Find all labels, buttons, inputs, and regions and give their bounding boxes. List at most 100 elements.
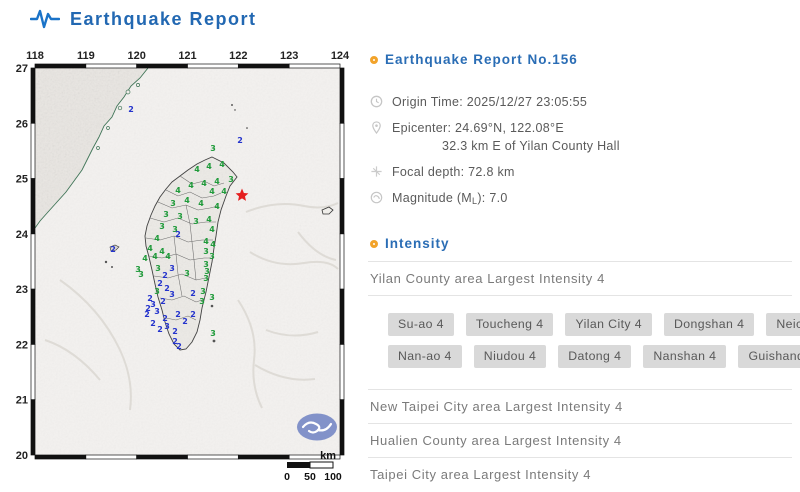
- lat-tick-label: 24: [16, 229, 29, 241]
- scale-tick-label: 100: [324, 471, 342, 483]
- report-detail-text: Epicenter: 24.69°N, 122.08°E32.3 km E of…: [392, 119, 620, 155]
- station-intensity-chip[interactable]: Yilan City 4: [565, 313, 652, 336]
- station-intensity-value: 3: [184, 269, 190, 278]
- station-intensity-value: 2: [176, 342, 182, 351]
- scale-tick-label: 50: [304, 471, 316, 483]
- station-intensity-value: 4: [175, 186, 181, 195]
- report-panel: Earthquake Report No.156 Origin Time: 20…: [368, 0, 792, 492]
- station-intensity-value: 2: [162, 271, 168, 280]
- cwb-logo: [297, 414, 337, 441]
- intensity-area-row: Taipei City area Largest Intensity 4: [368, 457, 792, 491]
- station-intensity-value: 4: [209, 187, 215, 196]
- lat-tick-label: 27: [16, 63, 28, 75]
- station-intensity-value: 4: [214, 202, 220, 211]
- intensity-area-row: Hualien County area Largest Intensity 4: [368, 423, 792, 457]
- station-intensity-chip[interactable]: Neicheng 4: [766, 313, 800, 336]
- station-intensity-value: 4: [184, 196, 190, 205]
- lon-tick-label: 124: [331, 50, 350, 62]
- station-intensity-value: 3: [169, 264, 175, 273]
- station-intensity-value: 2: [172, 327, 178, 336]
- station-intensity-value: 4: [188, 181, 194, 190]
- page-header: Earthquake Report: [30, 6, 257, 32]
- station-intensity-value: 4: [152, 252, 158, 261]
- lon-tick-label: 122: [229, 50, 247, 62]
- station-intensity-value: 2: [237, 136, 243, 145]
- lon-tick-label: 123: [280, 50, 298, 62]
- intensity-map: 2223444344444443443343334424444344343333…: [0, 45, 360, 492]
- station-intensity-value: 3: [200, 287, 206, 296]
- station-intensity-value: 4: [219, 160, 225, 169]
- station-intensity-value: 3: [155, 264, 161, 273]
- report-detail-row: Magnitude (ML): 7.0: [370, 189, 620, 210]
- station-intensity-value: 3: [169, 290, 175, 299]
- lat-tick-label: 26: [16, 118, 28, 130]
- station-intensity-chip[interactable]: Nan-ao 4: [388, 345, 462, 368]
- lon-tick-label: 120: [127, 50, 145, 62]
- station-intensity-value: 4: [165, 252, 171, 261]
- station-intensity-value: 3: [138, 270, 144, 279]
- station-intensity-value: 3: [164, 322, 170, 331]
- lon-tick-label: 118: [26, 50, 44, 62]
- report-detail-text: Focal depth: 72.8 km: [392, 163, 515, 181]
- station-intensity-value: 3: [159, 222, 165, 231]
- lat-tick-label: 22: [16, 339, 28, 351]
- station-intensity-value: 3: [203, 247, 209, 256]
- station-intensity-value: 2: [128, 105, 134, 114]
- report-detail-text: Magnitude (ML): 7.0: [392, 189, 508, 210]
- station-intensity-value: 3: [199, 297, 205, 306]
- station-intensity-value: 4: [209, 225, 215, 234]
- bullet-ring-icon: [370, 240, 378, 248]
- station-intensity-chip[interactable]: Dongshan 4: [664, 313, 754, 336]
- station-intensity-chip[interactable]: Niudou 4: [474, 345, 546, 368]
- station-intensity-value: 3: [210, 329, 216, 338]
- report-detail-row: Origin Time: 2025/12/27 23:05:55: [370, 93, 620, 111]
- station-intensity-chip[interactable]: Guishandao 3: [738, 345, 800, 368]
- station-intensity-value: 3: [154, 287, 160, 296]
- station-intensity-value: 4: [154, 234, 160, 243]
- intensity-area-list: Yilan County area Largest Intensity 4 Su-…: [368, 261, 792, 491]
- earthquake-report-page: Earthquake Report: [0, 0, 800, 492]
- station-intensity-value: 2: [190, 289, 196, 298]
- scale-tick-label: 0: [284, 471, 290, 483]
- station-intensity-value: 3: [209, 293, 215, 302]
- intensity-area-row: New Taipei City area Largest Intensity 4: [368, 389, 792, 423]
- lat-tick-label: 25: [16, 174, 28, 186]
- station-intensity-value: 2: [190, 310, 196, 319]
- report-detail-secondary-text: 32.3 km E of Yilan County Hall: [392, 137, 620, 155]
- station-intensity-value: 2: [160, 297, 166, 306]
- station-intensity-value: 3: [170, 199, 176, 208]
- station-intensity-value: 3: [203, 274, 209, 283]
- station-intensity-value: 4: [221, 187, 227, 196]
- intensity-area-label: Yilan County area Largest Intensity 4: [370, 271, 605, 286]
- station-intensity-value: 4: [198, 199, 204, 208]
- longitude-axis-labels: 118119120121122123124: [26, 50, 350, 62]
- station-intensity-value: 2: [175, 310, 181, 319]
- station-intensity-value: 4: [203, 237, 209, 246]
- magnitude-icon: [370, 191, 383, 204]
- clock-icon: [370, 95, 383, 108]
- station-intensity-value: 3: [177, 212, 183, 221]
- intensity-area-row: Yilan County area Largest Intensity 4: [368, 261, 792, 295]
- report-detail-row: Focal depth: 72.8 km: [370, 163, 620, 181]
- station-intensity-value: 4: [201, 179, 207, 188]
- intensity-title-text: Intensity: [385, 236, 450, 251]
- station-intensity-value: 2: [157, 325, 163, 334]
- station-intensity-value: 4: [210, 240, 216, 249]
- station-intensity-chip[interactable]: Su-ao 4: [388, 313, 454, 336]
- seismic-waveform-icon: [30, 6, 60, 32]
- station-intensity-value: 3: [154, 307, 160, 316]
- intensity-title: Intensity: [370, 236, 450, 251]
- station-intensity-value: 2: [182, 317, 188, 326]
- intensity-area-label: Hualien County area Largest Intensity 4: [370, 433, 622, 448]
- report-details: Origin Time: 2025/12/27 23:05:55 Epicente…: [370, 93, 620, 218]
- page-title: Earthquake Report: [70, 9, 257, 30]
- station-intensity-chip[interactable]: Toucheng 4: [466, 313, 554, 336]
- station-intensity-chip[interactable]: Nanshan 4: [643, 345, 726, 368]
- station-intensity-chip[interactable]: Datong 4: [558, 345, 631, 368]
- scale-unit-label: km: [320, 450, 336, 462]
- lat-tick-label: 21: [16, 395, 28, 407]
- intensity-area-label: New Taipei City area Largest Intensity 4: [370, 399, 623, 414]
- station-chip-group: Su-ao 4 Toucheng 4 Yilan City 4 Dongshan 4 N…: [368, 295, 792, 389]
- station-intensity-value: 4: [206, 162, 212, 171]
- station-intensity-value: 4: [142, 254, 148, 263]
